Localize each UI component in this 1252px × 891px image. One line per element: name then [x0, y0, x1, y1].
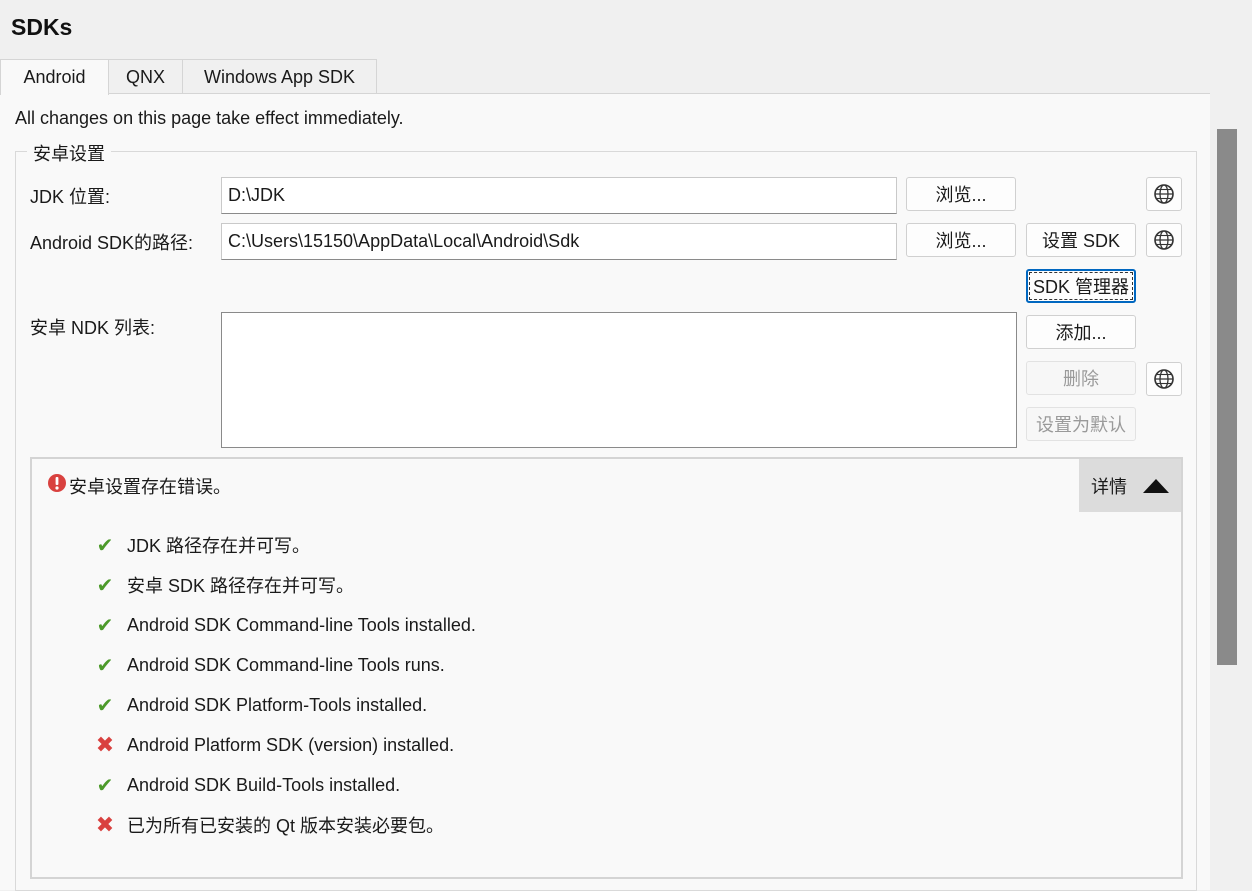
- sdk-download-button[interactable]: [1146, 223, 1182, 257]
- status-item-text: Android SDK Command-line Tools installed…: [127, 614, 476, 635]
- notice-text: All changes on this page take effect imm…: [15, 108, 404, 128]
- tab-label: QNX: [125, 66, 165, 87]
- check-icon: ✔: [96, 614, 114, 637]
- jdk-location-label: JDK 位置:: [30, 187, 111, 207]
- error-icon: [47, 473, 67, 498]
- details-label: 详情: [1091, 476, 1127, 497]
- sdk-manager-button[interactable]: SDK 管理器: [1026, 269, 1136, 303]
- ndk-list[interactable]: [221, 312, 1017, 448]
- tab-label: Android: [23, 67, 86, 87]
- globe-icon: [1154, 369, 1174, 389]
- globe-icon: [1154, 184, 1174, 204]
- status-item: ✖ Android Platform SDK (version) install…: [95, 732, 454, 758]
- cross-icon: ✖: [95, 732, 115, 757]
- setup-sdk-button[interactable]: 设置 SDK: [1026, 223, 1136, 257]
- status-item: ✔ Android SDK Command-line Tools install…: [95, 612, 476, 638]
- ndk-remove-button[interactable]: 删除: [1026, 361, 1136, 395]
- ndk-list-label: 安卓 NDK 列表:: [30, 318, 156, 338]
- jdk-location-field[interactable]: D:\JDK: [221, 177, 897, 214]
- status-item: ✔ JDK 路径存在并可写。: [95, 532, 310, 558]
- check-icon: ✔: [96, 694, 114, 717]
- sdk-browse-button[interactable]: 浏览...: [906, 223, 1016, 257]
- status-item: ✔ Android SDK Build-Tools installed.: [95, 772, 401, 798]
- group-title: 安卓设置: [27, 140, 111, 166]
- status-item: ✔ 安卓 SDK 路径存在并可写。: [95, 572, 354, 598]
- jdk-location-value: D:\JDK: [228, 185, 286, 205]
- scrollbar-thumb[interactable]: [1217, 129, 1237, 665]
- status-item: ✔ Android SDK Platform-Tools installed.: [95, 692, 428, 718]
- status-item-text: 安卓 SDK 路径存在并可写。: [127, 576, 355, 596]
- ndk-make-default-button[interactable]: 设置为默认: [1026, 407, 1136, 441]
- details-toggle-button[interactable]: 详情: [1079, 459, 1181, 512]
- check-icon: ✔: [96, 534, 114, 557]
- status-summary: 安卓设置存在错误。: [69, 477, 231, 497]
- triangle-up-icon: [1143, 478, 1169, 493]
- status-item-text: Android SDK Build-Tools installed.: [127, 774, 401, 795]
- cross-icon: ✖: [95, 812, 115, 837]
- page-title: SDKs: [11, 14, 73, 40]
- jdk-browse-button[interactable]: 浏览...: [906, 177, 1016, 211]
- tab-qnx[interactable]: QNX: [108, 59, 183, 94]
- sdk-path-value: C:\Users\15150\AppData\Local\Android\Sdk: [228, 231, 580, 251]
- status-item-text: 已为所有已安装的 Qt 版本安装必要包。: [127, 816, 445, 836]
- status-item: ✔ Android SDK Command-line Tools runs.: [95, 652, 445, 678]
- check-icon: ✔: [96, 774, 114, 797]
- globe-icon: [1154, 230, 1174, 250]
- status-item-text: Android Platform SDK (version) installed…: [127, 734, 455, 755]
- check-icon: ✔: [96, 654, 114, 677]
- status-item-text: JDK 路径存在并可写。: [127, 536, 311, 556]
- sdk-path-field[interactable]: C:\Users\15150\AppData\Local\Android\Sdk: [221, 223, 897, 260]
- tab-label: Windows App SDK: [203, 66, 356, 87]
- status-item: ✖ 已为所有已安装的 Qt 版本安装必要包。: [95, 812, 444, 838]
- status-item-text: Android SDK Platform-Tools installed.: [127, 694, 428, 715]
- jdk-download-button[interactable]: [1146, 177, 1182, 211]
- tab-android[interactable]: Android: [0, 59, 109, 95]
- ndk-download-button[interactable]: [1146, 362, 1182, 396]
- check-icon: ✔: [96, 574, 114, 597]
- ndk-add-button[interactable]: 添加...: [1026, 315, 1136, 349]
- sdk-path-label: Android SDK的路径:: [30, 233, 194, 253]
- status-item-text: Android SDK Command-line Tools runs.: [127, 654, 445, 675]
- tab-windows-app-sdk[interactable]: Windows App SDK: [182, 59, 377, 94]
